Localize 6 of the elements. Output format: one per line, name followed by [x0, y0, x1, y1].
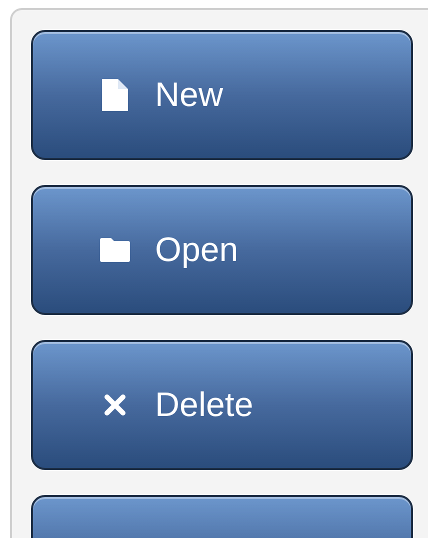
menu-button[interactable]: Delete [31, 340, 413, 470]
menu-button[interactable]: Open [31, 185, 413, 315]
close-icon [104, 394, 126, 416]
folder-icon [100, 238, 130, 262]
menu-button[interactable]: New [31, 30, 413, 160]
file-icon [102, 79, 128, 111]
